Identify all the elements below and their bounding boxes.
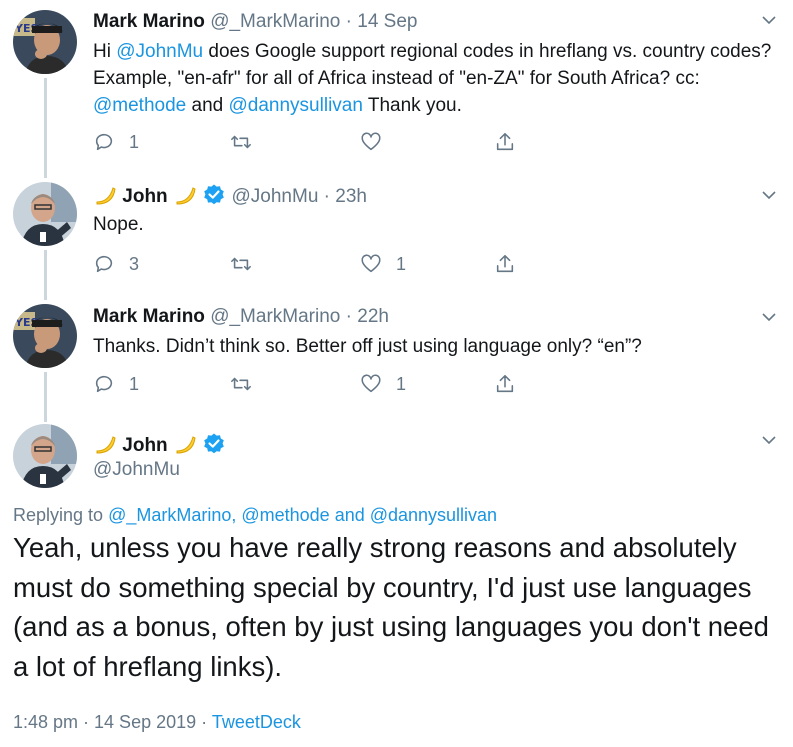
main-tweet: John @JohnMu Replying to @_MarkMarino, @… [0, 0, 793, 747]
tweet-meta: 1:48 pm · 14 Sep 2019 · TweetDeck [13, 712, 301, 733]
chevron-down-icon[interactable] [761, 432, 777, 448]
replying-mentions[interactable]: @_MarkMarino, @methode and @dannysulliva… [108, 505, 497, 525]
username[interactable]: @JohnMu [93, 459, 180, 480]
replying-label: Replying to [13, 505, 109, 525]
verified-badge-icon [204, 433, 225, 454]
avatar-john[interactable] [13, 424, 77, 488]
replying-to: Replying to @_MarkMarino, @methode and @… [13, 505, 497, 526]
tweet-timestamp[interactable]: 1:48 pm · 14 Sep 2019 · [13, 712, 212, 732]
main-tweet-text: Yeah, unless you have really strong reas… [13, 532, 769, 682]
tweet-source[interactable]: TweetDeck [212, 712, 301, 732]
banana-emoji-icon [96, 436, 116, 454]
username-row: @JohnMu [93, 458, 180, 482]
banana-emoji-icon [176, 436, 196, 454]
display-name[interactable]: John [122, 435, 167, 456]
tweet-header: John [93, 432, 226, 458]
